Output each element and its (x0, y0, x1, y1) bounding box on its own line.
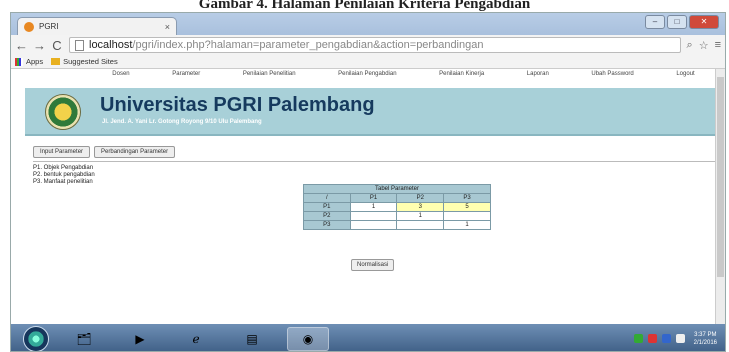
nav-laporan[interactable]: Laporan (527, 71, 549, 85)
forward-icon[interactable]: → (33, 38, 46, 53)
nav-penilaian-pengabdian[interactable]: Penilaian Pengabdian (338, 71, 396, 85)
table-title: Tabel Parameter (303, 184, 491, 194)
tab-title: PGRI (39, 22, 59, 31)
table-cell: 1 (349, 202, 398, 212)
table-row: P2 1 (303, 211, 491, 221)
page-icon (75, 39, 84, 51)
comparison-input[interactable]: 3 (396, 202, 445, 212)
parameter-list: P1. Objek Pengabdian P2. bentuk pengabdi… (33, 165, 95, 186)
close-window-icon[interactable]: ✕ (689, 15, 719, 29)
media-player-icon[interactable]: ▶ (119, 327, 161, 351)
nav-ubah-password[interactable]: Ubah Password (591, 71, 633, 85)
apps-grid-icon (15, 57, 23, 66)
chrome-icon[interactable]: ◉ (287, 326, 329, 351)
url-host: localhost (89, 39, 133, 51)
system-tray: 3:37 PM 2/1/2016 (633, 331, 725, 347)
list-item: P1. Objek Pengabdian (33, 165, 94, 171)
maximize-icon[interactable]: □ (667, 15, 687, 29)
clock-date: 2/1/2016 (693, 339, 717, 346)
tab-strip: PGRI × – □ ✕ (11, 13, 725, 35)
bookmark-label: Suggested Sites (63, 57, 118, 66)
scroll-thumb[interactable] (717, 77, 724, 277)
nav-penilaian-kinerja[interactable]: Penilaian Kinerja (439, 71, 484, 85)
url-path: /pgri/index.php?halaman=parameter_pengab… (132, 39, 484, 51)
favicon-icon (24, 21, 34, 32)
site-banner: Universitas PGRI Palembang Jl. Jend. A. … (25, 88, 715, 136)
university-logo (45, 94, 81, 130)
bookmarks-bar: Apps Suggested Sites (11, 55, 725, 69)
tray-volume-icon[interactable] (675, 334, 685, 343)
corner-cell: / (303, 193, 351, 203)
divider (33, 161, 715, 162)
nav-penilaian-penelitian[interactable]: Penilaian Penelitian (243, 71, 296, 85)
normalize-button[interactable]: Normalisasi (351, 259, 395, 271)
table-cell (349, 211, 398, 221)
tray-app-icon[interactable] (647, 334, 657, 343)
parameter-table: Tabel Parameter / P1 P2 P3 P1 1 3 5 P2 1… (303, 184, 491, 230)
compare-parameter-button[interactable]: Perbandingan Parameter (94, 146, 176, 158)
table-row: P1 1 3 5 (303, 202, 491, 212)
table-cell: 1 (443, 220, 491, 230)
list-item: P2. bentuk pengabdian (33, 172, 95, 178)
column-header: P1 (349, 193, 398, 203)
minimize-icon[interactable]: – (645, 15, 665, 29)
windows-taskbar: 🗂 ▶ ℯ ▤ ◉ 3:37 PM 2/1/2016 (11, 324, 725, 351)
clock[interactable]: 3:37 PM 2/1/2016 (694, 331, 717, 347)
column-header: P2 (396, 193, 445, 203)
site-nav: Dosen Parameter Penilaian Penelitian Pen… (91, 71, 716, 85)
input-parameter-button[interactable]: Input Parameter (33, 146, 91, 158)
tab-close-icon[interactable]: × (165, 22, 170, 32)
zoom-icon[interactable]: ⌕ (687, 39, 693, 52)
tray-shield-icon[interactable] (633, 334, 643, 343)
list-item: P3. Manfaat penelitian (33, 179, 93, 185)
internet-explorer-icon[interactable]: ℯ (175, 327, 217, 351)
comparison-input[interactable] (443, 211, 491, 221)
row-header: P1 (303, 202, 351, 212)
table-cell: 1 (396, 211, 445, 221)
table-cell (349, 220, 398, 230)
back-icon[interactable]: ← (15, 38, 28, 53)
address-bar[interactable]: localhost /pgri/index.php?halaman=parame… (69, 37, 681, 53)
browser-window: PGRI × – □ ✕ ← → C localhost /pgri/index… (10, 12, 726, 352)
bookmark-label: Apps (26, 57, 44, 66)
menu-icon[interactable]: ≡ (715, 39, 721, 52)
tray-network-icon[interactable] (661, 334, 671, 343)
table-row: P3 1 (303, 220, 491, 230)
explorer-icon[interactable]: 🗂 (63, 327, 105, 351)
table-cell (396, 220, 445, 230)
browser-toolbar: ← → C localhost /pgri/index.php?halaman=… (11, 35, 725, 55)
row-header: P3 (303, 220, 351, 230)
folder-icon (51, 58, 61, 65)
university-title: Universitas PGRI Palembang (100, 94, 375, 116)
reload-icon[interactable]: C (51, 38, 63, 53)
start-button-icon[interactable] (23, 325, 49, 351)
page-scrollbar[interactable] (715, 69, 725, 324)
bookmark-apps[interactable]: Apps (15, 57, 43, 66)
bookmark-star-icon[interactable]: ☆ (699, 39, 709, 52)
row-header: P2 (303, 211, 351, 221)
nav-dosen[interactable]: Dosen (112, 71, 129, 85)
column-header: P3 (443, 193, 491, 203)
nav-parameter[interactable]: Parameter (172, 71, 200, 85)
nav-logout[interactable]: Logout (676, 71, 694, 85)
document-icon[interactable]: ▤ (231, 327, 273, 351)
browser-tab[interactable]: PGRI × (17, 17, 177, 35)
university-address: Jl. Jend. A. Yani Lr. Gotong Royong 9/10… (102, 119, 262, 125)
window-controls: – □ ✕ (645, 15, 719, 29)
bookmark-suggested-sites[interactable]: Suggested Sites (51, 57, 118, 66)
clock-time: 3:37 PM (694, 331, 717, 338)
comparison-input[interactable]: 5 (443, 202, 491, 212)
